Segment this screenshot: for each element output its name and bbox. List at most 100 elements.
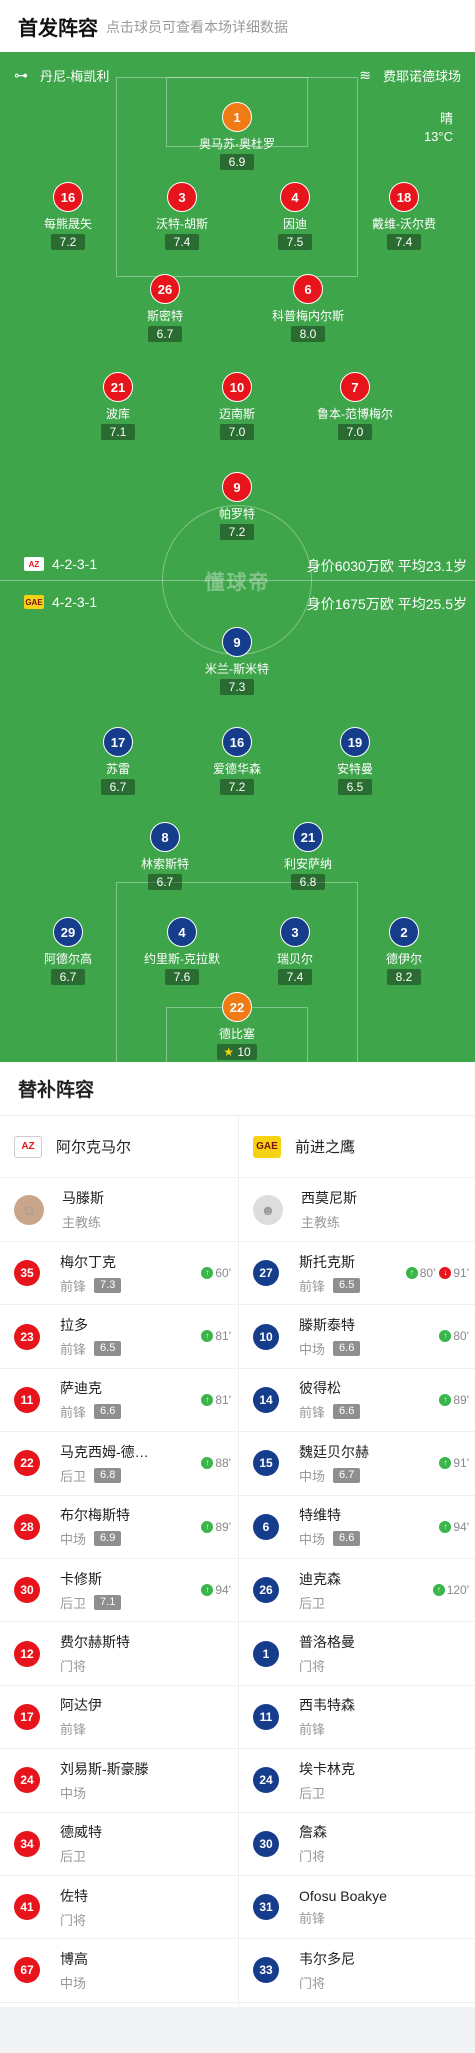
jersey-number: 3: [167, 182, 197, 212]
player-rating: 6.8: [291, 874, 325, 890]
jersey-number: 33: [253, 1957, 279, 1984]
home-player[interactable]: 4 因迪 7.5: [235, 182, 355, 251]
sub-in-minute: 81': [215, 1392, 231, 1407]
substitute-row[interactable]: 33 韦尔多尼 门将: [239, 1939, 475, 2003]
jersey-number: 11: [253, 1703, 279, 1730]
away-player[interactable]: 29 阿德尔高 6.7: [8, 917, 128, 986]
jersey-number: 67: [14, 1957, 40, 1984]
home-player[interactable]: 10 迈南斯 7.0: [177, 372, 297, 441]
away-player[interactable]: 3 瑞贝尔 7.4: [235, 917, 355, 986]
substitute-row[interactable]: 10 滕斯泰特 中场 6.6 ↑ 80': [239, 1305, 475, 1369]
jersey-number: 2: [389, 917, 419, 947]
home-player[interactable]: 26 斯密特 6.7: [105, 274, 225, 343]
home-player[interactable]: 1 奥马苏-奥杜罗 6.9: [177, 102, 297, 171]
away-coach[interactable]: ☻ 西莫尼斯 主教练: [239, 1178, 475, 1242]
weather: 晴 13°C: [424, 110, 453, 146]
player-name: 刘易斯-斯豪滕: [60, 1760, 149, 1777]
player-name: 鲁本-范博梅尔: [317, 407, 393, 421]
substitute-row[interactable]: 23 拉多 前锋 6.5 ↑ 81': [0, 1305, 237, 1369]
coach-role: 主教练: [301, 1215, 341, 1230]
player-rating: 6.5: [338, 779, 372, 795]
substitute-row[interactable]: 26 迪克森 后卫 ↑ 120': [239, 1559, 475, 1623]
stadium: ≋ 费耶诺德球场: [359, 66, 461, 85]
player-name: 詹森: [299, 1824, 327, 1841]
jersey-number: 30: [253, 1830, 279, 1857]
home-coach[interactable]: ☺ 马滕斯 主教练: [0, 1178, 237, 1242]
away-player[interactable]: 2 德伊尔 8.2: [344, 917, 464, 986]
home-value: 身价6030万欧 平均23.1岁: [306, 558, 467, 574]
substitute-row[interactable]: 31 Ofosu Boakye 前锋: [239, 1876, 475, 1940]
jersey-number: 17: [103, 727, 133, 757]
home-player[interactable]: 3 沃特-胡斯 7.4: [122, 182, 242, 251]
away-player[interactable]: 21 利安萨纳 6.8: [248, 822, 368, 891]
substitute-row[interactable]: 30 卡修斯 后卫 7.1 ↑ 94': [0, 1559, 237, 1623]
home-team-header[interactable]: AZ 阿尔克马尔: [0, 1116, 237, 1178]
substitution-in-icon: ↑: [201, 1267, 214, 1279]
player-name: 波库: [105, 407, 130, 421]
away-value: 身价1675万欧 平均25.5岁: [306, 596, 467, 612]
rating-value: 8.2: [395, 970, 413, 984]
substitute-row[interactable]: 14 彼得松 前锋 6.6 ↑ 89': [239, 1369, 475, 1433]
player-name: 斯托克斯: [299, 1253, 355, 1270]
substitute-row[interactable]: 34 德威特 后卫: [0, 1813, 237, 1876]
substitute-row[interactable]: 67 博高 中场: [0, 1939, 237, 2003]
away-player[interactable]: 9 米兰-斯米特 7.3: [177, 627, 297, 696]
player-rating: 6.6: [333, 1531, 361, 1547]
player-name: 卡修斯: [60, 1570, 102, 1587]
jersey-number: 10: [222, 372, 252, 402]
substitution-in-icon: ↑: [201, 1393, 214, 1406]
home-player[interactable]: 6 科普梅内尔斯 8.0: [248, 274, 368, 343]
substitute-row[interactable]: 6 特维特 中场 6.6 ↑ 94': [239, 1496, 475, 1559]
rating-value: 6.7: [156, 327, 174, 341]
player-rating: 7.6: [165, 969, 199, 985]
away-formation: 4-2-3-1: [52, 594, 98, 610]
away-player[interactable]: 8 林索斯特 6.7: [105, 822, 225, 891]
home-player[interactable]: 21 波库 7.1: [58, 372, 178, 441]
home-player[interactable]: 16 每熊晟矢 7.2: [8, 182, 128, 251]
jersey-number: 27: [253, 1260, 279, 1287]
sub-in-minute: 91': [453, 1456, 469, 1471]
substitute-row[interactable]: 11 萨迪克 前锋 6.6 ↑ 81': [0, 1369, 237, 1433]
home-player[interactable]: 9 帕罗特 7.2: [177, 472, 297, 541]
player-rating: 7.3: [94, 1277, 122, 1293]
away-team-header[interactable]: GAE 前进之鹰: [239, 1116, 475, 1178]
substitute-row[interactable]: 11 西韦特森 前锋: [239, 1686, 475, 1750]
substitutes-title: 替补阵容: [0, 1062, 475, 1116]
substitute-row[interactable]: 27 斯托克斯 前锋 6.5 ↑ 80' ↓ 91': [239, 1242, 475, 1306]
away-player[interactable]: 16 爱德华森 7.2: [177, 727, 297, 796]
lineup-subtitle: 点击球员可查看本场详细数据: [106, 19, 288, 35]
away-player[interactable]: 17 苏雷 6.7: [58, 727, 178, 796]
substitute-row[interactable]: 15 魏廷贝尔赫 中场 6.7 ↑ 91': [239, 1432, 475, 1496]
substitute-row[interactable]: 24 埃卡林克 后卫: [239, 1749, 475, 1813]
coach-role: 主教练: [62, 1215, 102, 1230]
substitute-row[interactable]: 24 刘易斯-斯豪滕 中场: [0, 1749, 237, 1813]
substitute-row[interactable]: 30 詹森门将: [239, 1813, 475, 1876]
rating-value: 8.0: [299, 327, 317, 341]
substitute-row[interactable]: 22 马克西姆-德… 后卫 6.8 ↑ 88': [0, 1432, 237, 1496]
substitute-row[interactable]: 41 佐特 门将: [0, 1876, 237, 1940]
player-position: 门将: [60, 1912, 87, 1928]
player-position: 前锋: [299, 1278, 326, 1294]
substitute-row[interactable]: 28 布尔梅斯特 中场 6.9 ↑ 89': [0, 1496, 237, 1559]
player-position: 门将: [299, 1849, 326, 1865]
player-position: 后卫: [60, 1595, 87, 1611]
jersey-number: 4: [280, 182, 310, 212]
away-player[interactable]: 19 安特曼 6.5: [295, 727, 415, 796]
player-name: 博高: [60, 1950, 88, 1967]
substitute-row[interactable]: 1 普洛格曼 门将: [239, 1622, 475, 1686]
player-position: 门将: [299, 1975, 326, 1991]
home-player[interactable]: 18 戴维-沃尔费 7.4: [344, 182, 464, 251]
away-player[interactable]: 4 约里斯-克拉默 7.6: [122, 917, 242, 986]
home-player[interactable]: 7 鲁本-范博梅尔 7.0: [295, 372, 415, 441]
pitch: 懂球帝 ⊶ 丹尼-梅凯利 ≋ 费耶诺德球场 晴 13°C AZ 4-2-3-1 …: [0, 52, 475, 1062]
jersey-number: 35: [14, 1260, 40, 1287]
referee-name: 丹尼-梅凯利: [40, 69, 110, 84]
substitute-row[interactable]: 12 费尔赫斯特 门将: [0, 1622, 237, 1686]
substitute-row[interactable]: 17 阿达伊 前锋: [0, 1686, 237, 1750]
sub-in-minute: 120': [446, 1582, 469, 1597]
away-player[interactable]: 22 德比塞 ★ 10: [177, 992, 297, 1061]
player-name: 迈南斯: [218, 407, 255, 421]
substitute-row[interactable]: 35 梅尔丁克 前锋 7.3 ↑ 60': [0, 1242, 237, 1306]
rating-value: 7.1: [109, 425, 127, 439]
jersey-number: 30: [14, 1577, 40, 1604]
